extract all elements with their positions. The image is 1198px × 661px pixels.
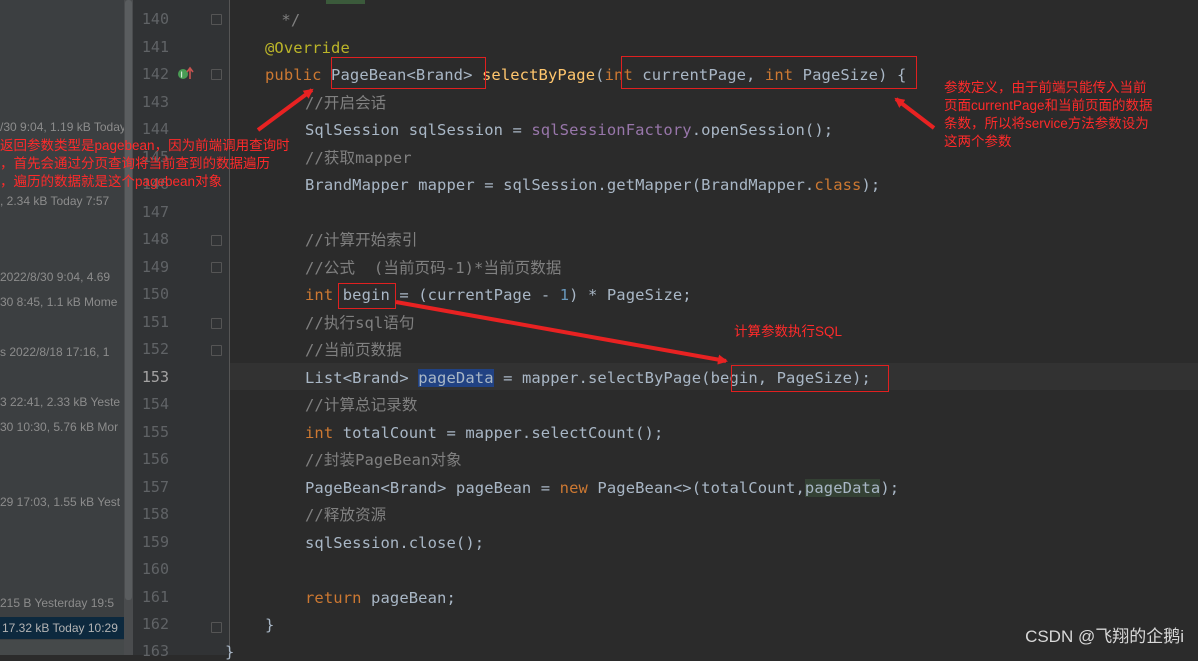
note-line: 返回参数类型是pagebean，因为前端调用查询时 xyxy=(0,138,290,153)
watermark: CSDN @飞翔的企鹅i xyxy=(1025,627,1184,646)
note-line: 参数定义，由于前端只能传入当前 xyxy=(944,80,1147,95)
arrow-to-params xyxy=(894,97,936,130)
right-annotation-note: 参数定义，由于前端只能传入当前 页面currentPage和当前页面的数据 条数… xyxy=(944,79,1153,151)
note-line: 条数，所以将service方法参数设为 xyxy=(944,116,1149,131)
note-line: ，遍历的数据就是这个pagebean对象 xyxy=(0,174,223,189)
arrow-to-return-type xyxy=(256,88,314,132)
left-annotation-note: 返回参数类型是pagebean，因为前端调用查询时 ，首先会通过分页查询将当前查… xyxy=(0,137,290,191)
note-line: 这两个参数 xyxy=(944,134,1012,149)
note-line: 页面currentPage和当前页面的数据 xyxy=(944,98,1153,113)
note-line: ，首先会通过分页查询将当前查到的数据遍历 xyxy=(0,156,270,171)
arrow-to-call-args xyxy=(395,300,728,365)
mid-annotation-note: 计算参数执行SQL xyxy=(734,324,843,339)
